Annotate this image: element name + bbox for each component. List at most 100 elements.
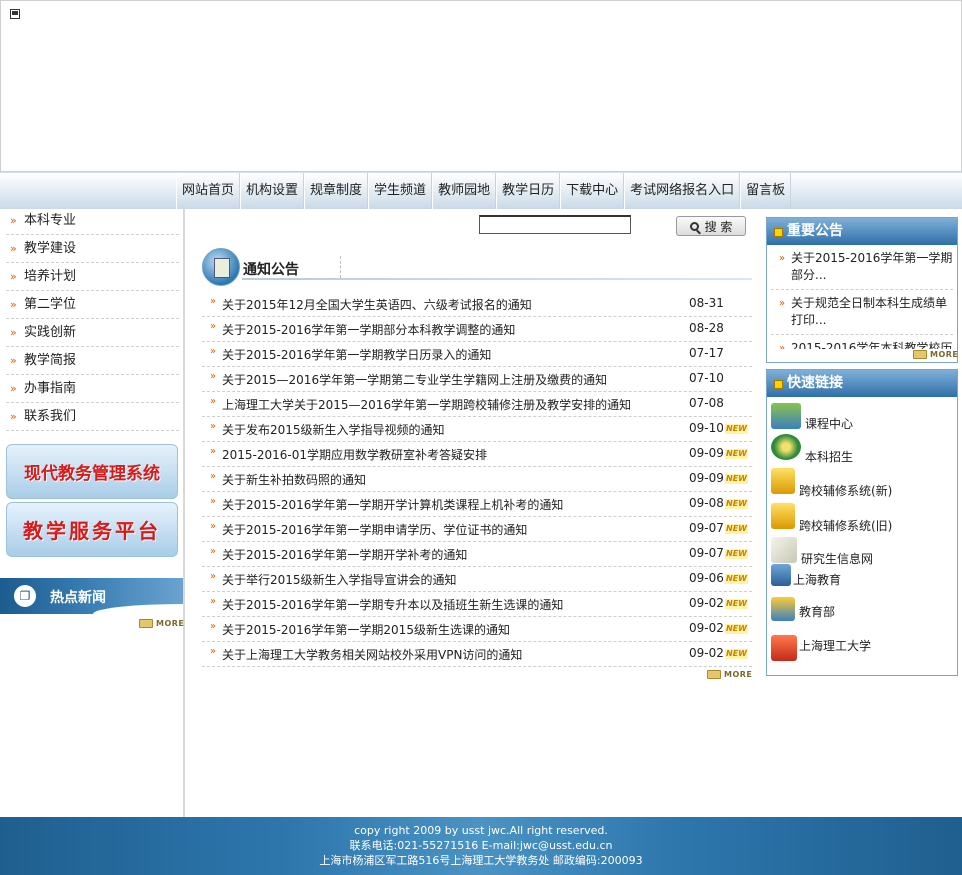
more-label: MORE: [724, 670, 753, 679]
notice-item-date: 09-08: [689, 496, 724, 510]
nav-guestbook[interactable]: 留言板: [740, 173, 792, 209]
quick-link-course-center[interactable]: 课程中心: [767, 397, 957, 432]
nav-organization[interactable]: 机构设置: [240, 173, 305, 209]
left-menu-item[interactable]: 教学建设: [6, 236, 179, 263]
important-notices-box: 重要公告 关于2015-2016学年第一学期部分... 关于规范全日制本科生成绩…: [766, 217, 958, 363]
notice-item-date: 09-10: [689, 421, 724, 435]
notice-item-title: 关于上海理工大学教务相关网站校外采用VPN访问的通知: [222, 648, 523, 662]
notice-item-title: 关于2015年12月全国大学生英语四、六级考试报名的通知: [222, 298, 532, 312]
notice-item-date: 07-10: [689, 371, 724, 385]
quick-link-label: 跨校辅修系统(新): [799, 484, 893, 498]
arrow-icon: »: [210, 371, 217, 382]
divider: [242, 278, 752, 280]
hot-news-title: 热点新闻: [50, 590, 106, 606]
left-menu-item[interactable]: 教学简报: [6, 348, 179, 375]
books-icon: [771, 403, 801, 429]
notice-item[interactable]: » 关于2015—2016学年第一学期第二专业学生学籍网上注册及缴费的通知 07-1…: [202, 367, 752, 392]
left-menu-item[interactable]: 联系我们: [6, 404, 179, 431]
left-menu-item[interactable]: 第二学位: [6, 292, 179, 319]
quick-link-usst[interactable]: 上海理工大学: [767, 631, 957, 665]
notice-item[interactable]: » 关于2015-2016学年第一学期申请学历、学位证书的通知 09-07 NEW: [202, 517, 752, 542]
notice-item[interactable]: » 关于2015-2016学年第一学期2015级新生选课的通知 09-02 NEW: [202, 617, 752, 642]
arrow-icon: »: [210, 396, 217, 407]
notice-item-title: 关于举行2015级新生入学指导宣讲会的通知: [222, 573, 457, 587]
flag-icon: [771, 635, 797, 661]
quick-link-minor-old[interactable]: 跨校辅修系统(旧): [767, 501, 957, 535]
notice-item[interactable]: » 关于2015-2016学年第一学期开学计算机类课程上机补考的通知 09-08 NE…: [202, 492, 752, 517]
quick-link-label: 教育部: [799, 605, 836, 619]
arrow-icon: »: [210, 321, 217, 332]
arrow-icon: »: [210, 296, 217, 307]
quick-link-graduate[interactable]: 研究生信息网: [767, 535, 957, 566]
notice-item-title: 关于2015-2016学年第一学期开学计算机类课程上机补考的通知: [222, 498, 564, 512]
notice-item[interactable]: » 关于2015-2016学年第一学期专升本以及插班生新生选课的通知 09-02 NE…: [202, 592, 752, 617]
notice-icon: [202, 248, 240, 286]
hot-news-more-link[interactable]: MORE: [139, 618, 184, 629]
new-badge: NEW: [725, 624, 748, 634]
left-menu-item[interactable]: 实践创新: [6, 320, 179, 347]
teaching-service-button[interactable]: 教学服务平台: [6, 502, 178, 557]
quick-link-label: 本科招生: [805, 450, 854, 464]
left-menu-item[interactable]: 办事指南: [6, 376, 179, 403]
nav-downloads[interactable]: 下载中心: [560, 173, 625, 209]
important-more-link[interactable]: MORE: [913, 349, 958, 360]
notice-item[interactable]: » 关于2015-2016学年第一学期开学补考的通知 09-07 NEW: [202, 542, 752, 567]
left-menu-item[interactable]: 本科专业: [6, 208, 179, 235]
notice-list: » 关于2015年12月全国大学生英语四、六级考试报名的通知 08-31 » 关于201…: [202, 292, 752, 667]
notice-item-date: 08-31: [689, 296, 724, 310]
notice-item[interactable]: » 上海理工大学关于2015—2016学年第一学期跨校辅修注册及教学安排的通知 07…: [202, 392, 752, 417]
left-sidebar: 本科专业 教学建设 培养计划 第二学位 实践创新 教学简报 办事指南 联系我们 …: [0, 208, 185, 817]
notice-item[interactable]: » 2015-2016-01学期应用数学教研室补考答疑安排 09-09 NEW: [202, 442, 752, 467]
notice-item-title: 关于新生补拍数码照的通知: [222, 473, 367, 487]
quick-link-ministry[interactable]: 教育部: [767, 597, 957, 631]
arrow-icon: »: [210, 421, 217, 432]
nav-calendar[interactable]: 教学日历: [496, 173, 561, 209]
notice-item[interactable]: » 关于新生补拍数码照的通知 09-09 NEW: [202, 467, 752, 492]
notice-item[interactable]: » 关于2015年12月全国大学生英语四、六级考试报名的通知 08-31: [202, 292, 752, 317]
copy-icon: ❐: [14, 585, 36, 607]
arrow-icon: »: [210, 646, 217, 657]
notice-item-date: 09-02: [689, 646, 724, 660]
pen-paper-icon: [771, 537, 797, 563]
new-badge: NEW: [725, 424, 748, 434]
notice-item-title: 2015-2016-01学期应用数学教研室补考答疑安排: [222, 448, 488, 462]
list-item[interactable]: 关于2015-2016学年第一学期部分...: [771, 245, 953, 290]
quick-link-label: 上海教育: [793, 573, 842, 587]
folder-icon: [707, 670, 721, 679]
nav-regulations[interactable]: 规章制度: [304, 173, 369, 209]
quick-link-admissions[interactable]: 本科招生: [767, 432, 957, 466]
list-item[interactable]: 2015-2016学年本科教学校历: [771, 335, 953, 349]
search-input[interactable]: [479, 215, 631, 234]
folder-icon: [913, 350, 927, 359]
quick-link-shanghai-education[interactable]: 上海教育: [767, 564, 957, 597]
new-badge: NEW: [725, 574, 748, 584]
nav-exam-registration[interactable]: 考试网络报名入口: [624, 173, 741, 209]
nav-home[interactable]: 网站首页: [176, 173, 241, 209]
banner: [0, 0, 962, 172]
search-button[interactable]: 搜 索: [676, 216, 746, 236]
left-menu-item[interactable]: 培养计划: [6, 264, 179, 291]
arrow-icon: »: [210, 521, 217, 532]
notice-item-date: 09-07: [689, 521, 724, 535]
divider: [340, 256, 342, 278]
notices-more-link[interactable]: MORE: [707, 669, 752, 680]
new-badge: NEW: [725, 474, 748, 484]
nav-students[interactable]: 学生频道: [368, 173, 433, 209]
notice-item-date: 08-28: [689, 321, 724, 335]
new-badge: NEW: [725, 449, 748, 459]
trophy-icon: [771, 468, 795, 494]
academic-system-button[interactable]: 现代教务管理系统: [6, 444, 178, 499]
more-label: MORE: [156, 619, 185, 628]
notice-item[interactable]: » 关于2015-2016学年第一学期部分本科教学调整的通知 08-28: [202, 317, 752, 342]
main-navbar: 网站首页 机构设置 规章制度 学生频道 教师园地 教学日历 下载中心 考试网络报…: [0, 172, 962, 209]
notice-item[interactable]: » 关于举行2015级新生入学指导宣讲会的通知 09-06 NEW: [202, 567, 752, 592]
notice-item[interactable]: » 关于发布2015级新生入学指导视频的通知 09-10 NEW: [202, 417, 752, 442]
notice-item[interactable]: » 关于上海理工大学教务相关网站校外采用VPN访问的通知 09-02 NEW: [202, 642, 752, 667]
notice-title: 通知公告: [243, 262, 299, 278]
notice-item[interactable]: » 关于2015-2016学年第一学期教学日历录入的通知 07-17: [202, 342, 752, 367]
quick-link-minor-new[interactable]: 跨校辅修系统(新): [767, 466, 957, 501]
search-button-label: 搜 索: [704, 219, 733, 234]
nav-teachers[interactable]: 教师园地: [432, 173, 497, 209]
list-item[interactable]: 关于规范全日制本科生成绩单打印...: [771, 290, 953, 335]
left-menu: 本科专业 教学建设 培养计划 第二学位 实践创新 教学简报 办事指南 联系我们: [0, 208, 183, 431]
